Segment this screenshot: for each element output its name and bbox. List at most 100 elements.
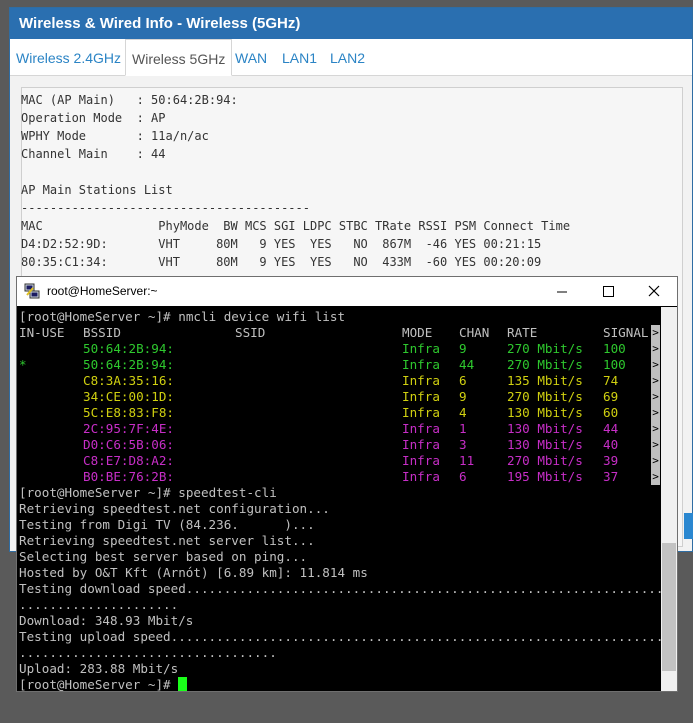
header-ssid: SSID	[235, 325, 266, 340]
shell-prompt: [root@HomeServer ~]#	[19, 309, 179, 324]
wifi-mode-cell: Infra	[402, 421, 440, 436]
line-overflow-arrow: >	[651, 373, 660, 389]
router-button-edge[interactable]	[684, 513, 693, 539]
wifi-mode-cell: Infra	[402, 373, 440, 388]
wifi-list-header: IN-USE BSSID SSID MODE CHAN RATE SIGNAL	[19, 325, 659, 341]
wifi-chan-cell: 1	[459, 421, 467, 436]
header-mode: MODE	[402, 325, 433, 340]
wifi-bssid-cell: 50:64:2B:94:	[83, 341, 174, 356]
minimize-icon	[557, 291, 567, 293]
wifi-signal-cell: 100	[603, 341, 626, 356]
terminal-output-line: Testing from Digi TV (84.236. )...	[19, 517, 315, 532]
maximize-button[interactable]	[585, 277, 631, 306]
terminal-command-line: [root@HomeServer ~]# nmcli device wifi l…	[19, 309, 345, 325]
wifi-chan-cell: 9	[459, 341, 467, 356]
router-info-line: ----------------------------------------	[21, 201, 310, 215]
wifi-bssid-cell: B0:BE:76:2B:	[83, 469, 174, 484]
wifi-rate-cell: 130 Mbit/s	[507, 421, 583, 436]
wifi-rate-cell: 270 Mbit/s	[507, 453, 583, 468]
header-in-use: IN-USE	[19, 325, 65, 340]
wifi-network-row: B0:BE:76:2B: Infra 6 195 Mbit/s 37	[19, 469, 659, 485]
wifi-signal-cell: 69	[603, 389, 619, 404]
wifi-signal-cell: 44	[603, 421, 619, 436]
wifi-mode-cell: Infra	[402, 357, 440, 372]
terminal-output-line: Testing download speed..................…	[19, 581, 661, 596]
line-overflow-arrow: >	[651, 453, 660, 469]
line-overflow-arrow: >	[651, 421, 660, 437]
station-row: D4:D2:52:9D: VHT 80M 9 YES YES NO 867M -…	[21, 237, 542, 251]
wifi-chan-cell: 11	[459, 453, 475, 468]
wifi-mode-cell: Infra	[402, 341, 440, 356]
terminal-title-bar[interactable]: root@HomeServer:~	[17, 277, 677, 306]
line-overflow-arrow: >	[651, 325, 660, 341]
wifi-network-row: 34:CE:00:1D: Infra 9 270 Mbit/s 69	[19, 389, 659, 405]
terminal-command-line: [root@HomeServer ~]# speedtest-cli	[19, 485, 277, 501]
wifi-mode-cell: Infra	[402, 437, 440, 452]
header-chan: CHAN	[459, 325, 490, 340]
tab-wan[interactable]: WAN	[235, 39, 267, 74]
wifi-chan-cell: 4	[459, 405, 467, 420]
wifi-rate-cell: 270 Mbit/s	[507, 389, 583, 404]
wifi-mode-cell: Infra	[402, 389, 440, 404]
station-list-header: MAC PhyMode BW MCS SGI LDPC STBC TRate R…	[21, 219, 571, 233]
wifi-chan-cell: 44	[459, 357, 475, 372]
close-icon	[648, 285, 660, 297]
minimize-button[interactable]	[539, 277, 585, 306]
wifi-network-row: 2C:95:7F:4E: Infra 1 130 Mbit/s 44	[19, 421, 659, 437]
wifi-chan-cell: 6	[459, 469, 467, 484]
tab-wireless-2-4ghz[interactable]: Wireless 2.4GHz	[16, 39, 121, 74]
header-rate: RATE	[507, 325, 538, 340]
terminal-output-line: ..................................	[19, 645, 277, 660]
wifi-mode-cell: Infra	[402, 469, 440, 484]
wifi-signal-cell: 40	[603, 437, 619, 452]
line-overflow-arrow: >	[651, 469, 660, 485]
terminal-output-line: Hosted by O&T Kft (Arnót) [6.89 km]: 11.…	[19, 565, 368, 580]
line-overflow-arrow: >	[651, 389, 660, 405]
wifi-bssid-cell: D0:C6:5B:06:	[83, 437, 174, 452]
wifi-chan-cell: 6	[459, 373, 467, 388]
wifi-network-row: 5C:E8:83:F8: Infra 4 130 Mbit/s 60	[19, 405, 659, 421]
header-signal: SIGNAL	[603, 325, 649, 340]
scrollbar-thumb[interactable]	[662, 543, 676, 671]
wifi-bssid-cell: C8:E7:D8:A2:	[83, 453, 174, 468]
router-info-line: MAC (AP Main) : 50:64:2B:94:	[21, 93, 238, 107]
wifi-signal-cell: 74	[603, 373, 619, 388]
router-window-title: Wireless & Wired Info - Wireless (5GHz)	[10, 8, 692, 39]
terminal-window: root@HomeServer:~ [root@HomeServer ~]# n…	[16, 276, 678, 692]
router-info-line: Channel Main : 44	[21, 147, 166, 161]
terminal-output-line: Retrieving speedtest.net configuration..…	[19, 501, 330, 516]
wifi-signal-cell: 39	[603, 453, 619, 468]
wifi-rate-cell: 130 Mbit/s	[507, 437, 583, 452]
wifi-mode-cell: Infra	[402, 405, 440, 420]
terminal-output[interactable]: [root@HomeServer ~]# nmcli device wifi l…	[19, 307, 661, 691]
shell-prompt: [root@HomeServer ~]#	[19, 485, 179, 500]
putty-icon	[24, 283, 40, 299]
line-overflow-arrow: >	[651, 341, 660, 357]
command-text: nmcli device wifi list	[178, 309, 346, 324]
tab-lan1[interactable]: LAN1	[282, 39, 317, 74]
wifi-bssid-cell: 34:CE:00:1D:	[83, 389, 174, 404]
terminal-output-line: Selecting best server based on ping...	[19, 549, 308, 564]
close-button[interactable]	[631, 277, 677, 306]
command-text: speedtest-cli	[178, 485, 277, 500]
wifi-bssid-cell: 5C:E8:83:F8:	[83, 405, 174, 420]
terminal-scrollbar[interactable]	[661, 307, 677, 691]
station-row: 80:35:C1:34: VHT 80M 9 YES YES NO 433M -…	[21, 255, 542, 269]
wifi-network-row: D0:C6:5B:06: Infra 3 130 Mbit/s 40	[19, 437, 659, 453]
wifi-network-row: C8:3A:35:16: Infra 6 135 Mbit/s 74	[19, 373, 659, 389]
wifi-rate-cell: 270 Mbit/s	[507, 357, 583, 372]
terminal-output-line: Testing upload speed....................…	[19, 629, 661, 644]
text-cursor	[178, 677, 188, 691]
tab-lan2[interactable]: LAN2	[330, 39, 365, 74]
tab-wireless-5ghz[interactable]: Wireless 5GHz	[125, 39, 233, 76]
terminal-output-line: .....................	[19, 597, 179, 612]
wifi-network-row: C8:E7:D8:A2: Infra 11 270 Mbit/s 39	[19, 453, 659, 469]
wifi-network-row: * 50:64:2B:94: Infra 44 270 Mbit/s 100	[19, 357, 659, 373]
download-result: Download: 348.93 Mbit/s	[19, 613, 194, 628]
terminal-input-line[interactable]: [root@HomeServer ~]#	[19, 677, 188, 691]
upload-result: Upload: 283.88 Mbit/s	[19, 661, 179, 676]
header-bssid: BSSID	[83, 325, 121, 340]
wifi-chan-cell: 3	[459, 437, 467, 452]
line-overflow-arrow: >	[651, 437, 660, 453]
router-info-line: Operation Mode : AP	[21, 111, 166, 125]
